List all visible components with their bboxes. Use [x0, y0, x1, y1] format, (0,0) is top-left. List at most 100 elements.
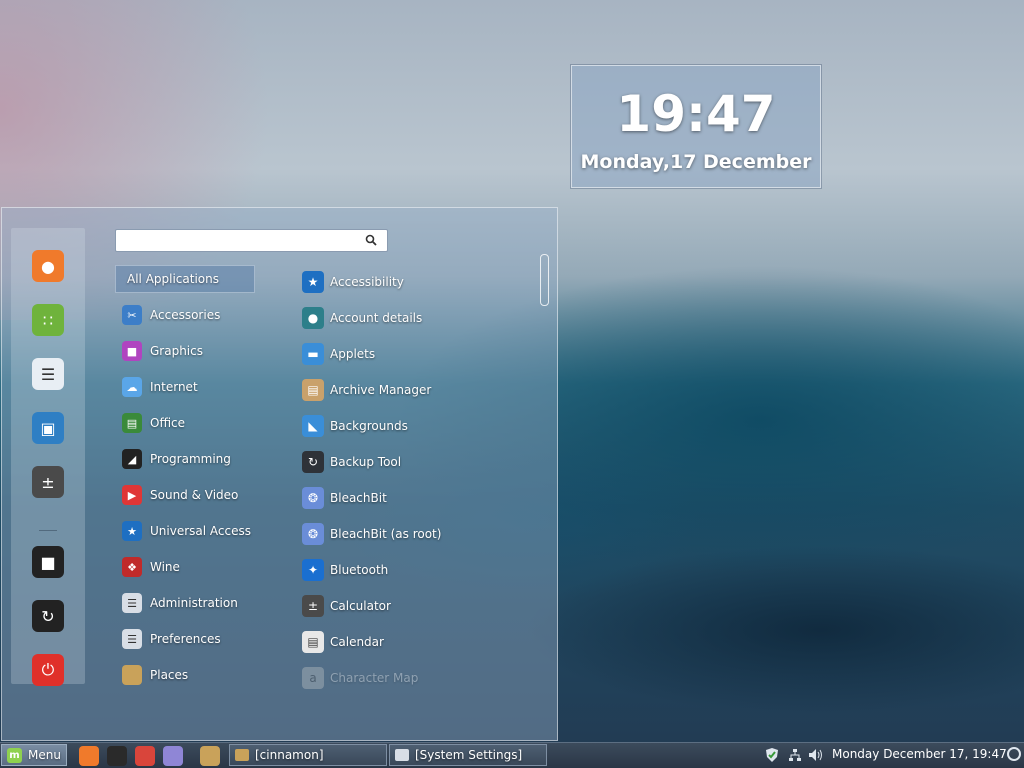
network-icon[interactable] [787, 747, 803, 763]
power-icon[interactable]: ⏻ [32, 654, 64, 686]
app-item[interactable]: ▤ Archive Manager [299, 376, 529, 404]
app-item[interactable]: ▤ Calendar [299, 628, 529, 656]
app-icon: ◣ [302, 415, 324, 437]
app-label: Applets [330, 347, 376, 361]
app-item[interactable]: ± Calculator [299, 592, 529, 620]
category-item[interactable]: ◢ Programming [115, 445, 265, 473]
lock-screen-icon[interactable]: ■ [32, 546, 64, 578]
taskbar-panel: m Menu [cinnamon] [System Settings] Monda… [0, 742, 1024, 768]
category-icon: ☰ [122, 593, 142, 613]
panel-clock[interactable]: Monday December 17, 19:47 [832, 747, 1007, 761]
menu-button-label: Menu [28, 748, 61, 762]
app-item[interactable]: ◣ Backgrounds [299, 412, 529, 440]
app-label: Backup Tool [330, 455, 402, 469]
category-item[interactable]: ☰ Preferences [115, 625, 265, 653]
update-manager-shield-icon[interactable] [764, 747, 780, 763]
app-label: Bluetooth [330, 563, 389, 577]
desklet-time: 19:47 [616, 85, 776, 143]
category-icon: ▤ [122, 413, 142, 433]
taskbar-window-button[interactable]: [cinnamon] [229, 744, 387, 766]
category-icon: ◢ [122, 449, 142, 469]
category-label: Programming [150, 452, 231, 466]
settings-window-icon [395, 749, 409, 761]
category-icon: ✂ [122, 305, 142, 325]
app-label: BleachBit (as root) [330, 527, 442, 541]
app-item[interactable]: ✦ Bluetooth [299, 556, 529, 584]
folder-icon [235, 749, 249, 761]
category-item[interactable]: Places [115, 661, 265, 689]
app-label: Calculator [330, 599, 391, 613]
app-label: Backgrounds [330, 419, 408, 433]
app-icon: ★ [302, 271, 324, 293]
window-title: [System Settings] [415, 748, 523, 762]
linux-mint-icon: m [7, 747, 22, 763]
category-label: Universal Access [150, 524, 251, 538]
clock-desklet[interactable]: 19:47 Monday,17 December [571, 65, 821, 188]
calculator-icon[interactable]: ± [32, 466, 64, 498]
category-label: All Applications [127, 272, 219, 286]
app-icon: ❂ [302, 523, 324, 545]
category-item[interactable]: ▶ Sound & Video [115, 481, 265, 509]
firefox-launcher-icon[interactable] [79, 746, 99, 766]
app-icon: ● [302, 307, 324, 329]
text-editor-launcher-icon[interactable] [163, 746, 183, 766]
settings-icon[interactable]: ☰ [32, 358, 64, 390]
category-item[interactable]: ■ Graphics [115, 337, 265, 365]
app-item[interactable]: ● Account details [299, 304, 529, 332]
desklet-date: Monday,17 December [580, 151, 812, 173]
category-label: Places [150, 668, 189, 682]
logout-icon[interactable]: ↻ [32, 600, 64, 632]
app-item[interactable]: ▬ Applets [299, 340, 529, 368]
app-icon: ✦ [302, 559, 324, 581]
category-label: Preferences [150, 632, 221, 646]
terminal-launcher-icon[interactable] [107, 746, 127, 766]
app-item[interactable]: ↻ Backup Tool [299, 448, 529, 476]
category-item[interactable]: ★ Universal Access [115, 517, 265, 545]
software-manager-icon[interactable]: ∷ [32, 304, 64, 336]
category-item[interactable]: ✂ Accessories [115, 301, 265, 329]
search-input[interactable] [120, 232, 364, 251]
menu-button[interactable]: m Menu [1, 744, 67, 766]
category-icon: ■ [122, 341, 142, 361]
search-icon[interactable] [365, 234, 377, 246]
app-item[interactable]: a Character Map [299, 664, 529, 692]
category-label: Sound & Video [150, 488, 239, 502]
show-desktop-icon[interactable] [1006, 746, 1022, 762]
firefox-icon[interactable]: ● [32, 250, 64, 282]
favorites-sidebar: ● ∷ ☰ ▣ ± ■ ↻ ⏻ [11, 228, 85, 686]
chrome-launcher-icon[interactable] [135, 746, 155, 766]
category-label: Office [150, 416, 186, 430]
app-icon: ▤ [302, 631, 324, 653]
app-label: Archive Manager [330, 383, 432, 397]
app-item[interactable]: ❂ BleachBit (as root) [299, 520, 529, 548]
app-item[interactable]: ★ Accessibility [299, 268, 529, 296]
app-icon: ❂ [302, 487, 324, 509]
window-title: [cinnamon] [255, 748, 324, 762]
app-label: Character Map [330, 671, 419, 685]
app-item[interactable]: ❂ BleachBit [299, 484, 529, 512]
app-label: Accessibility [330, 275, 404, 289]
category-icon: ☁ [122, 377, 142, 397]
screenshot-icon[interactable]: ▣ [32, 412, 64, 444]
category-item[interactable]: ▤ Office [115, 409, 265, 437]
app-list-scrollbar[interactable] [540, 254, 549, 306]
app-label: BleachBit [330, 491, 387, 505]
category-label: Wine [150, 560, 180, 574]
files-launcher-icon[interactable] [200, 746, 220, 766]
category-label: Internet [150, 380, 198, 394]
volume-icon[interactable] [808, 747, 824, 763]
taskbar-window-button[interactable]: [System Settings] [389, 744, 547, 766]
category-label: Accessories [150, 308, 221, 322]
category-item[interactable]: ☰ Administration [115, 589, 265, 617]
app-label: Account details [330, 311, 423, 325]
category-item[interactable]: ☁ Internet [115, 373, 265, 401]
app-icon: ▤ [302, 379, 324, 401]
category-icon [122, 665, 142, 685]
category-item[interactable]: All Applications [115, 265, 255, 293]
app-icon: ↻ [302, 451, 324, 473]
favorites-separator [39, 530, 57, 531]
category-item[interactable]: ❖ Wine [115, 553, 265, 581]
application-menu: ● ∷ ☰ ▣ ± ■ ↻ ⏻ All Applications ✂ Accessories ■ Gr… [1, 207, 558, 741]
category-icon: ☰ [122, 629, 142, 649]
search-box[interactable] [115, 229, 388, 252]
